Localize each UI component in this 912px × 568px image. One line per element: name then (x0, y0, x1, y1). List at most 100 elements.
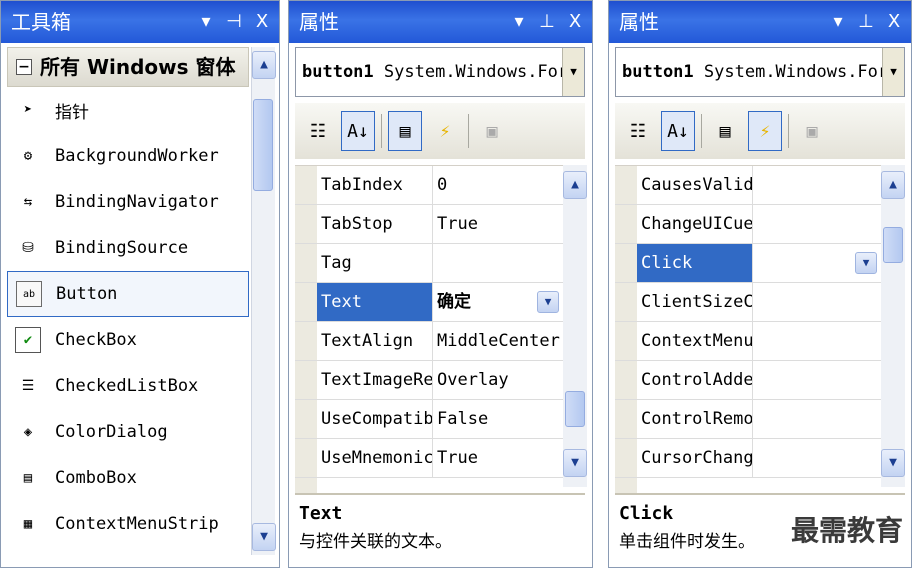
property-value[interactable] (753, 400, 881, 438)
property-grid-scrollbar[interactable]: ▲ ▼ (563, 165, 587, 487)
close-icon[interactable]: X (253, 1, 271, 43)
property-value[interactable] (753, 439, 881, 477)
window-position-icon[interactable]: ▾ (197, 1, 215, 43)
toolbox-scrollbar[interactable]: ▲ ▼ (251, 47, 276, 555)
scroll-thumb[interactable] (565, 391, 585, 427)
object-selector[interactable]: button1 System.Windows.For ▼ (615, 47, 905, 97)
property-value[interactable]: False (433, 400, 563, 438)
event-grid: CausesValid ChangeUICue Click ▼ ClientSizeC C… (615, 165, 881, 500)
bindingnavigator-icon: ⇆ (23, 194, 33, 210)
toolbar-separator (381, 114, 382, 148)
toolbox-item[interactable]: ab Button (7, 271, 249, 317)
property-row[interactable]: TextAlign MiddleCenter (295, 322, 563, 361)
chevron-down-icon[interactable]: ▼ (882, 48, 904, 96)
collapse-icon[interactable]: − (16, 59, 32, 75)
scroll-down-button[interactable]: ▼ (252, 523, 276, 551)
toolbar-separator (701, 114, 702, 148)
property-row[interactable]: TabIndex 0 (295, 166, 563, 205)
property-value[interactable] (753, 361, 881, 399)
watermark-logo: 最需教育 (790, 514, 903, 547)
properties-titlebar: 属性 ▾ ⊥ X (609, 1, 911, 43)
properties-panel-properties: 属性 ▾ ⊥ X button1 System.Windows.For ▼ ☷ … (288, 0, 593, 568)
toolbox-item[interactable]: ✔ CheckBox (7, 317, 249, 363)
toolbox-item-label: BackgroundWorker (55, 146, 219, 166)
object-selector[interactable]: button1 System.Windows.For ▼ (295, 47, 585, 97)
toolbox-item[interactable]: ▤ ComboBox (7, 455, 249, 501)
chevron-down-icon[interactable]: ▼ (562, 48, 584, 96)
properties-icon[interactable]: ▤ (388, 111, 422, 151)
property-row[interactable]: CursorChang (615, 439, 881, 478)
property-name: TabIndex (317, 166, 433, 204)
toolbox-item[interactable]: ➤ 指针 (7, 87, 249, 133)
pin-icon[interactable]: ⊥ (857, 1, 875, 43)
property-name: ContextMenu (637, 322, 753, 360)
categorized-icon[interactable]: ☷ (301, 111, 335, 151)
auto-hide-pin-icon[interactable]: ⊣ (225, 1, 243, 43)
window-position-icon[interactable]: ▾ (829, 1, 847, 43)
property-row[interactable]: CausesValid (615, 166, 881, 205)
property-value[interactable]: True (433, 205, 563, 243)
property-value[interactable]: True (433, 439, 563, 477)
description-text: 与控件关联的文本。 (299, 532, 452, 552)
alphabetical-icon[interactable]: A↓ (341, 111, 375, 151)
chevron-down-icon[interactable]: ▼ (537, 291, 559, 313)
property-value[interactable] (753, 205, 881, 243)
scroll-up-button[interactable]: ▲ (252, 51, 276, 79)
scroll-thumb[interactable] (883, 227, 903, 263)
object-name: button1 (302, 62, 374, 82)
property-row[interactable]: TextImageRel Overlay (295, 361, 563, 400)
property-value[interactable]: 0 (433, 166, 563, 204)
property-row[interactable]: UseCompatibl False (295, 400, 563, 439)
row-gutter (615, 283, 637, 321)
property-value[interactable]: MiddleCenter (433, 322, 563, 360)
scroll-up-button[interactable]: ▲ (563, 171, 587, 199)
property-row[interactable]: ChangeUICue (615, 205, 881, 244)
properties-icon[interactable]: ▤ (708, 111, 742, 151)
toolbox-title: 工具箱 (11, 10, 71, 34)
property-name: CausesValid (637, 166, 753, 204)
row-gutter (615, 361, 637, 399)
scroll-down-button[interactable]: ▼ (563, 449, 587, 477)
property-value[interactable]: Overlay (433, 361, 563, 399)
scroll-thumb[interactable] (253, 99, 273, 191)
property-row[interactable]: ControlAdde (615, 361, 881, 400)
toolbox-item[interactable]: ▦ ContextMenuStrip (7, 501, 249, 547)
property-row[interactable]: Tag (295, 244, 563, 283)
property-row[interactable]: Text 确定 ▼ (295, 283, 563, 322)
scroll-down-button[interactable]: ▼ (881, 449, 905, 477)
property-row[interactable]: ContextMenu (615, 322, 881, 361)
property-value[interactable] (753, 283, 881, 321)
property-value[interactable] (433, 244, 563, 282)
property-value[interactable] (753, 322, 881, 360)
window-position-icon[interactable]: ▾ (510, 1, 528, 43)
toolbox-item[interactable]: ⚙ BackgroundWorker (7, 133, 249, 179)
row-gutter (615, 322, 637, 360)
description-title: Text (299, 503, 343, 524)
property-value[interactable] (753, 166, 881, 204)
toolbox-item[interactable]: ⇆ BindingNavigator (7, 179, 249, 225)
property-row[interactable]: Click ▼ (615, 244, 881, 283)
events-lightning-icon[interactable]: ⚡ (748, 111, 782, 151)
property-row[interactable]: ClientSizeC (615, 283, 881, 322)
property-pages-icon[interactable]: ▣ (795, 111, 829, 151)
toolbox-item[interactable]: ☰ CheckedListBox (7, 363, 249, 409)
toolbox-item[interactable]: ◈ ColorDialog (7, 409, 249, 455)
chevron-down-icon[interactable]: ▼ (855, 252, 877, 274)
property-name: ControlRemo (637, 400, 753, 438)
property-row[interactable]: ControlRemo (615, 400, 881, 439)
backgroundworker-icon: ⚙ (23, 148, 33, 164)
scroll-up-button[interactable]: ▲ (881, 171, 905, 199)
pointer-icon: ➤ (23, 102, 33, 118)
property-row[interactable]: UseMnemonic True (295, 439, 563, 478)
pin-icon[interactable]: ⊥ (538, 1, 556, 43)
close-icon[interactable]: X (885, 1, 903, 43)
property-row[interactable]: TabStop True (295, 205, 563, 244)
alphabetical-icon[interactable]: A↓ (661, 111, 695, 151)
property-pages-icon[interactable]: ▣ (475, 111, 509, 151)
events-lightning-icon[interactable]: ⚡ (428, 111, 462, 151)
categorized-icon[interactable]: ☷ (621, 111, 655, 151)
toolbox-item[interactable]: ⛁ BindingSource (7, 225, 249, 271)
toolbox-category-header[interactable]: − 所有 Windows 窗体 (7, 47, 249, 87)
close-icon[interactable]: X (566, 1, 584, 43)
event-grid-scrollbar[interactable]: ▲ ▼ (881, 165, 905, 487)
